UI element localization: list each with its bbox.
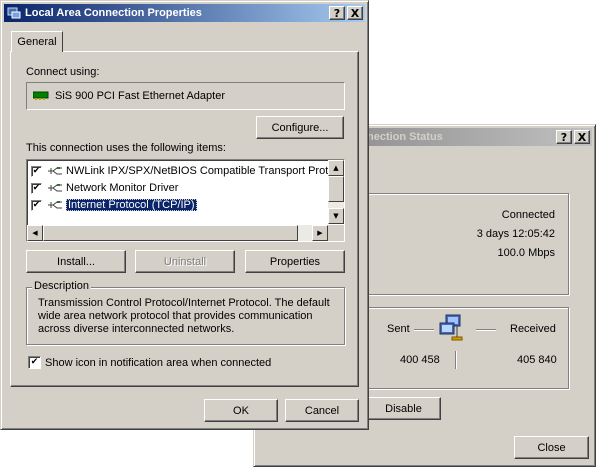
disable-label: Disable xyxy=(385,402,422,415)
duration-value: 3 days 12:05:42 xyxy=(476,228,555,240)
horizontal-scrollbar[interactable]: ◀ ▶ xyxy=(27,225,328,241)
properties-window: Local Area Connection Properties ? X Gen… xyxy=(0,0,369,430)
disable-button[interactable]: Disable xyxy=(366,397,441,420)
adapter-field: SiS 900 PCI Fast Ethernet Adapter xyxy=(26,82,345,110)
status-help-button[interactable]: ? xyxy=(556,130,572,144)
close-label: Close xyxy=(537,441,566,454)
properties-button[interactable]: Properties xyxy=(245,250,345,273)
properties-titlebar[interactable]: Local Area Connection Properties ? X xyxy=(4,4,365,22)
item-label: Internet Protocol (TCP/IP) xyxy=(66,199,197,211)
status-close-dialog-button[interactable]: Close xyxy=(514,436,589,459)
cancel-label: Cancel xyxy=(304,404,340,417)
connection-status-value: Connected xyxy=(501,209,555,221)
properties-help-button[interactable]: ? xyxy=(329,6,345,20)
sent-label: Sent xyxy=(387,323,410,335)
item-checkbox[interactable]: ✔ xyxy=(31,199,42,211)
cancel-button[interactable]: Cancel xyxy=(285,399,359,422)
sent-line xyxy=(414,329,434,331)
properties-label: Properties xyxy=(269,255,321,268)
show-icon-checkbox[interactable]: ✔ xyxy=(28,356,41,369)
tab-general-label: General xyxy=(17,36,57,48)
description-text: Transmission Control Protocol/Internet P… xyxy=(38,297,330,335)
properties-window-title: Local Area Connection Properties xyxy=(25,7,202,19)
scrollbar-corner xyxy=(328,225,344,241)
install-button[interactable]: Install... xyxy=(26,250,126,273)
close-icon: X xyxy=(577,130,587,144)
network-component-icon xyxy=(47,183,63,193)
list-item-selected[interactable]: ✔ Internet Protocol (TCP/IP) xyxy=(31,197,197,213)
adapter-name: SiS 900 PCI Fast Ethernet Adapter xyxy=(55,90,225,102)
received-line xyxy=(476,329,496,331)
bytes-received-value: 405 840 xyxy=(517,354,557,366)
network-adapter-icon xyxy=(33,91,49,101)
list-item[interactable]: ✔ NWLink IPX/SPX/NetBIOS Compatible Tran… xyxy=(31,163,334,179)
item-label: NWLink IPX/SPX/NetBIOS Compatible Transp… xyxy=(66,165,335,177)
help-icon: ? xyxy=(333,6,341,20)
speed-value: 100.0 Mbps xyxy=(497,247,555,259)
scroll-up-icon[interactable]: ▲ xyxy=(328,160,344,176)
scroll-right-icon[interactable]: ▶ xyxy=(312,225,328,241)
ok-button[interactable]: OK xyxy=(204,399,278,422)
horizontal-scroll-thumb[interactable] xyxy=(43,225,298,241)
show-icon-label: Show icon in notification area when conn… xyxy=(45,356,272,369)
item-label: Network Monitor Driver xyxy=(66,182,179,194)
help-icon: ? xyxy=(560,130,568,144)
scroll-down-icon[interactable]: ▼ xyxy=(328,208,344,224)
network-activity-icon xyxy=(438,311,472,345)
vertical-scroll-thumb[interactable] xyxy=(328,176,344,202)
items-label: This connection uses the following items… xyxy=(26,142,226,154)
close-icon: X xyxy=(350,6,360,20)
install-label: Install... xyxy=(57,255,95,268)
bytes-sent-value: 400 458 xyxy=(400,354,440,366)
network-connection-icon xyxy=(6,5,22,21)
components-list[interactable]: ✔ NWLink IPX/SPX/NetBIOS Compatible Tran… xyxy=(26,159,345,242)
vertical-scrollbar[interactable]: ▲ ▼ xyxy=(328,160,344,224)
description-title: Description xyxy=(32,280,92,292)
received-label: Received xyxy=(510,323,556,335)
scroll-left-icon[interactable]: ◀ xyxy=(27,225,43,241)
configure-button[interactable]: Configure... xyxy=(256,116,344,139)
uninstall-label: Uninstall xyxy=(163,255,207,268)
uninstall-button[interactable]: Uninstall xyxy=(135,250,235,273)
properties-close-button[interactable]: X xyxy=(347,6,363,20)
status-close-button[interactable]: X xyxy=(574,130,590,144)
item-checkbox[interactable]: ✔ xyxy=(31,165,42,177)
connect-using-label: Connect using: xyxy=(26,66,100,78)
activity-divider xyxy=(455,351,457,369)
ok-label: OK xyxy=(233,404,249,417)
item-checkbox[interactable]: ✔ xyxy=(31,182,42,194)
configure-label: Configure... xyxy=(271,121,329,134)
list-item[interactable]: ✔ Network Monitor Driver xyxy=(31,180,178,196)
tab-general[interactable]: General xyxy=(11,31,63,52)
network-component-icon xyxy=(47,166,63,176)
network-component-icon xyxy=(47,200,63,210)
show-icon-option[interactable]: ✔ Show icon in notification area when co… xyxy=(28,356,271,369)
